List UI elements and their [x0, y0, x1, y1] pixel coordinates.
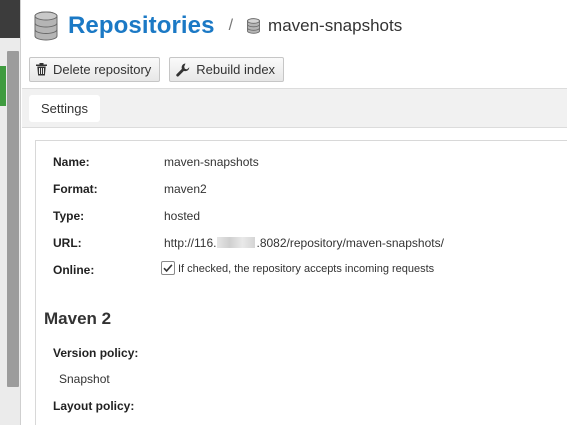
online-help-text: If checked, the repository accepts incom… [178, 263, 435, 275]
format-label: Format: [53, 182, 98, 196]
name-value: maven-snapshots [164, 155, 259, 169]
rebuild-index-button[interactable]: Rebuild index [169, 57, 285, 82]
gutter-accent [0, 66, 6, 106]
format-value: maven2 [164, 182, 207, 196]
redacted-url-segment [217, 237, 256, 248]
vertical-scrollbar[interactable] [7, 51, 19, 387]
type-value: hosted [164, 209, 201, 223]
breadcrumb-separator: / [228, 17, 234, 34]
page-header: Repositories / maven-snapshots [34, 10, 402, 42]
delete-repository-label: Delete repository [53, 62, 152, 77]
version-policy-value: Snapshot [59, 372, 110, 386]
settings-panel: Name: maven-snapshots Format: maven2 Typ… [35, 140, 567, 425]
page-title[interactable]: Repositories [68, 12, 215, 40]
tab-settings[interactable]: Settings [29, 95, 100, 122]
toolbar: Delete repository Rebuild index [29, 57, 285, 82]
left-gutter [0, 0, 21, 425]
url-prefix: http://116. [164, 236, 217, 250]
repository-url[interactable]: http://116. .8082/repository/maven-snapsh… [164, 236, 444, 250]
wrench-icon [176, 63, 190, 77]
delete-repository-button[interactable]: Delete repository [29, 57, 161, 82]
tab-bar: Settings [22, 88, 567, 128]
online-checkbox[interactable] [161, 261, 175, 275]
name-label: Name: [53, 155, 90, 169]
rebuild-index-label: Rebuild index [196, 62, 276, 77]
maven-section-title: Maven 2 [44, 309, 112, 328]
database-icon [247, 18, 260, 34]
trash-icon [36, 63, 47, 76]
online-label: Online: [53, 263, 95, 277]
database-icon [34, 11, 58, 41]
type-label: Type: [53, 209, 85, 223]
url-suffix: .8082/repository/maven-snapshots/ [256, 236, 444, 250]
layout-policy-label: Layout policy: [53, 399, 135, 413]
url-label: URL: [53, 236, 82, 250]
version-policy-label: Version policy: [53, 346, 139, 360]
gutter-top-band [0, 0, 20, 38]
breadcrumb-repository-name: maven-snapshots [268, 16, 403, 35]
